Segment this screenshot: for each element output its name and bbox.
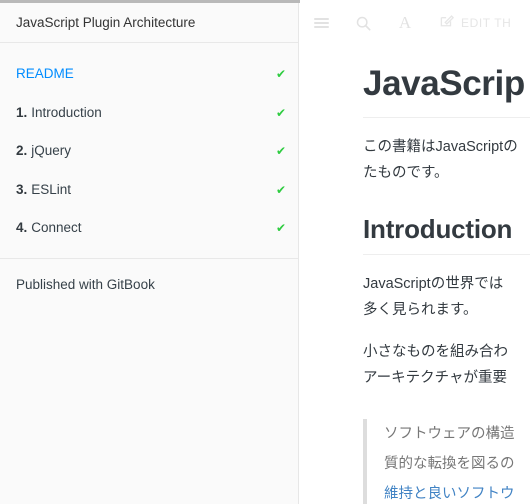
page-title: JavaScrip: [363, 64, 525, 103]
main-panel: A EDIT TH JavaScrip この書籍はJavaScriptの たもの…: [300, 3, 530, 504]
gitbook-reader: JavaScript Plugin Architecture README ✔ …: [0, 0, 530, 504]
edit-this-page-label: EDIT TH: [461, 16, 512, 30]
sidebar-item-number: 3.: [16, 181, 28, 197]
edit-pencil-icon: [440, 14, 455, 33]
check-icon: ✔: [275, 221, 286, 235]
toggle-sidebar-button[interactable]: [300, 3, 342, 43]
sidebar-item-jquery[interactable]: 2. jQuery ✔: [0, 132, 298, 171]
sidebar-item-introduction[interactable]: 1. Introduction ✔: [0, 94, 298, 133]
hamburger-menu-icon: [313, 16, 329, 30]
search-icon: [356, 16, 371, 31]
sidebar-item-connect[interactable]: 4. Connect ✔: [0, 209, 298, 248]
edit-this-page-button[interactable]: EDIT TH: [440, 14, 511, 33]
paragraph-line: 多く見られます。: [363, 302, 478, 319]
paragraph-line: この書籍はJavaScriptの: [363, 138, 518, 155]
check-icon: ✔: [275, 144, 286, 158]
sidebar-item-label: jQuery: [31, 143, 72, 158]
paragraph-two: JavaScriptの世界では 多く見られます。: [363, 271, 530, 323]
page-content: JavaScrip この書籍はJavaScriptの たものです。 Introd…: [300, 64, 530, 504]
sidebar-item-number: 4.: [16, 220, 28, 235]
paragraph-line: たものです。: [363, 164, 449, 181]
blockquote: ソフトウェアの構造 質的な転換を図るの 維持と良いソフトウ: [363, 419, 530, 504]
paragraph-line: 小さなものを組み合わ: [363, 344, 508, 361]
sidebar: JavaScript Plugin Architecture README ✔ …: [0, 3, 299, 504]
title-divider: [363, 116, 530, 118]
paragraph-intro: この書籍はJavaScriptの たものです。: [363, 134, 530, 186]
heading-divider: [363, 254, 530, 256]
blockquote-line: ソフトウェアの構造: [384, 426, 515, 443]
book-title: JavaScript Plugin Architecture: [0, 3, 298, 43]
sidebar-item-eslint[interactable]: 3. ESLint ✔: [0, 171, 298, 210]
search-button[interactable]: [342, 3, 384, 43]
check-icon: ✔: [275, 105, 286, 120]
check-icon: ✔: [275, 182, 286, 197]
paragraph-three: 小さなものを組み合わ アーキテクチャが重要: [363, 339, 530, 391]
summary-list: README ✔ 1. Introduction ✔ 2. jQuery ✔ 3. E…: [0, 43, 298, 259]
check-icon: ✔: [275, 67, 286, 81]
sidebar-item-label: README: [16, 66, 74, 81]
section-heading-introduction: Introduction: [363, 213, 513, 244]
published-with-gitbook[interactable]: Published with GitBook: [0, 259, 298, 292]
font-settings-button[interactable]: A: [384, 3, 426, 43]
font-size-icon: A: [398, 13, 412, 32]
blockquote-link[interactable]: 維持と良いソフトウ: [384, 479, 530, 504]
paragraph-line: アーキテクチャが重要: [363, 370, 507, 387]
toolbar: A EDIT TH: [300, 3, 530, 43]
sidebar-item-number: 1.: [16, 104, 28, 120]
sidebar-item-label: Introduction: [31, 104, 102, 120]
paragraph-line: JavaScriptの世界では: [363, 276, 504, 293]
sidebar-item-number: 2.: [16, 143, 28, 158]
sidebar-item-readme[interactable]: README ✔: [0, 55, 298, 94]
blockquote-line: 質的な転換を図るの: [384, 456, 515, 473]
sidebar-item-label: ESLint: [31, 181, 72, 197]
sidebar-item-label: Connect: [31, 220, 82, 235]
